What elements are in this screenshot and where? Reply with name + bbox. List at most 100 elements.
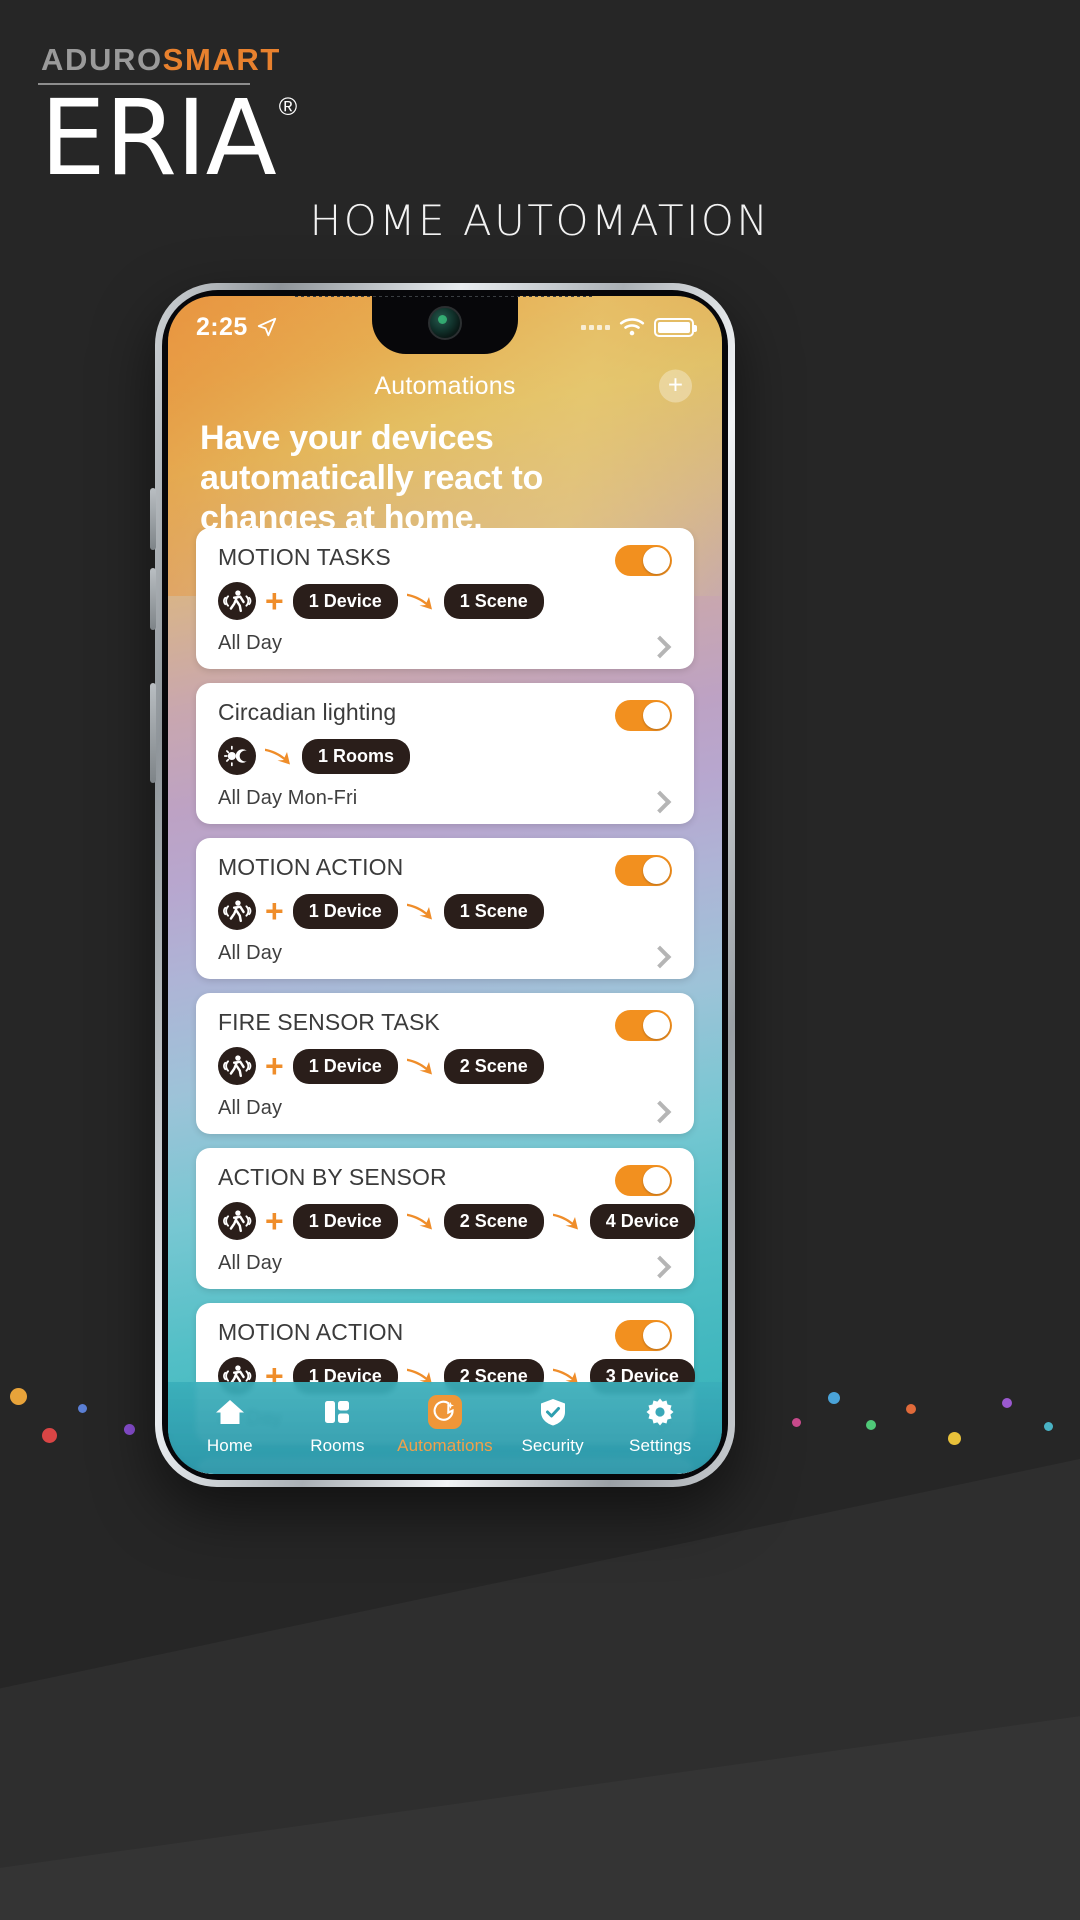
tab-security[interactable]: Security: [499, 1395, 607, 1456]
app-header: Automations +: [168, 358, 722, 414]
plus-icon: +: [265, 893, 284, 929]
automation-toggle[interactable]: [615, 700, 672, 731]
tab-label: Security: [521, 1435, 584, 1455]
shield-check-icon: [537, 1395, 569, 1429]
display-notch: [372, 296, 518, 354]
automation-card[interactable]: FIRE SENSOR TASK +1 Device 2 Scene All Da…: [196, 993, 694, 1134]
automation-schedule: All Day: [218, 942, 283, 964]
tab-label: Settings: [629, 1435, 692, 1455]
tab-rooms[interactable]: Rooms: [284, 1395, 392, 1456]
automation-chip[interactable]: 1 Rooms: [302, 738, 411, 774]
automation-schedule: All Day: [218, 632, 283, 654]
automations-list[interactable]: MOTION TASKS +1 Device 1 Scene All Day Ci…: [168, 528, 722, 1474]
tab-label: Automations: [397, 1435, 493, 1455]
motion-sensor-icon: [218, 1047, 256, 1085]
motion-sensor-icon: [218, 892, 256, 930]
automation-flow-row: +1 Device 2 Scene: [218, 1047, 676, 1085]
tab-settings[interactable]: Settings: [606, 1395, 714, 1456]
decorative-dot: [124, 1424, 135, 1435]
automation-toggle[interactable]: [615, 1010, 672, 1041]
automation-name: MOTION TASKS: [218, 544, 391, 570]
phone-mockup: 2:25 Automations + Have your devices aut…: [150, 283, 735, 1487]
decorative-dot: [948, 1432, 961, 1445]
earpiece-speaker: [295, 296, 595, 297]
automation-chip[interactable]: 1 Scene: [443, 893, 544, 929]
automation-flow-row: +1 Device 1 Scene: [218, 582, 676, 620]
location-arrow-icon: [257, 317, 276, 337]
automation-chip[interactable]: 2 Scene: [443, 1203, 544, 1239]
automation-chip[interactable]: 1 Device: [292, 1048, 398, 1084]
automation-schedule: All Day Mon-Fri: [218, 787, 358, 809]
signal-dots-icon: [581, 324, 610, 330]
automation-chip[interactable]: 4 Device: [589, 1203, 695, 1239]
home-icon: [214, 1395, 246, 1429]
tab-label: Home: [206, 1435, 253, 1455]
motion-sensor-icon: [218, 582, 256, 620]
decorative-dot: [866, 1420, 876, 1430]
rooms-grid-icon: [321, 1395, 353, 1429]
tab-label: Rooms: [310, 1435, 365, 1455]
automation-chip[interactable]: 1 Device: [292, 893, 398, 929]
volume-down-button[interactable]: [150, 568, 156, 630]
plus-icon: +: [265, 1203, 284, 1239]
automation-schedule: All Day: [218, 1097, 283, 1119]
brand-eria-wordmark: ERIA ®: [40, 85, 468, 190]
gear-icon: [644, 1395, 676, 1429]
plus-icon: +: [265, 583, 284, 619]
decorative-dot: [10, 1388, 27, 1405]
automation-card[interactable]: ACTION BY SENSOR +1 Device 2 Scene 4 Dev…: [196, 1148, 695, 1289]
power-button[interactable]: [150, 683, 156, 783]
flow-arrow-icon: [406, 1213, 432, 1230]
automation-toggle[interactable]: [615, 1165, 672, 1196]
decorative-dot: [1044, 1422, 1053, 1431]
status-bar-left: 2:25: [196, 313, 278, 342]
brand-eria-text: ERIA: [40, 77, 277, 199]
tab-home[interactable]: Home: [176, 1395, 284, 1456]
automation-card[interactable]: MOTION ACTION +1 Device 1 Scene All Day: [196, 838, 694, 979]
registered-trademark-icon: ®: [278, 93, 297, 121]
automation-flow-row: +1 Device 2 Scene 4 Device: [218, 1202, 695, 1240]
decorative-dot: [828, 1392, 840, 1404]
volume-up-button[interactable]: [150, 488, 156, 550]
brand-logo: ADUROSMART ERIA ®: [38, 42, 468, 190]
motion-sensor-icon: [218, 1202, 256, 1240]
wifi-icon: [619, 318, 645, 336]
page-title: Automations: [374, 371, 516, 400]
status-bar-right: [581, 317, 697, 337]
automation-schedule: All Day: [218, 1252, 283, 1274]
front-camera-icon: [428, 306, 462, 340]
automation-name: Circadian lighting: [218, 699, 397, 725]
automations-icon-box: [427, 1394, 462, 1429]
automation-card[interactable]: Circadian lighting 1 Rooms All Day Mon-Fr…: [196, 683, 694, 824]
automation-card[interactable]: MOTION TASKS +1 Device 1 Scene All Day: [196, 528, 694, 669]
decorative-dot: [906, 1404, 916, 1414]
automation-toggle[interactable]: [615, 1320, 672, 1351]
automation-name: MOTION ACTION: [218, 1319, 404, 1345]
day-night-icon: [218, 737, 256, 775]
tab-automations[interactable]: Automations: [391, 1394, 499, 1456]
flow-arrow-icon: [552, 1213, 578, 1230]
automation-chip[interactable]: 1 Scene: [443, 583, 544, 619]
automation-toggle[interactable]: [615, 545, 672, 576]
automation-name: ACTION BY SENSOR: [218, 1164, 447, 1190]
flow-arrow-icon: [406, 1058, 432, 1075]
page-tagline: HOME AUTOMATION: [309, 196, 771, 245]
automation-name: MOTION ACTION: [218, 854, 404, 880]
automation-chip[interactable]: 1 Device: [292, 583, 398, 619]
add-automation-button[interactable]: +: [659, 369, 692, 403]
automation-flow-row: 1 Rooms: [218, 737, 676, 775]
plus-icon: +: [265, 1048, 284, 1084]
automation-chip[interactable]: 2 Scene: [443, 1048, 544, 1084]
hero-description: Have your devices automatically react to…: [200, 419, 543, 538]
phone-screen: 2:25 Automations + Have your devices aut…: [168, 296, 722, 1474]
automation-name: FIRE SENSOR TASK: [218, 1009, 440, 1035]
decorative-dot: [792, 1418, 801, 1427]
decorative-dot: [78, 1404, 87, 1413]
flow-arrow-icon: [406, 903, 432, 920]
automation-flow-row: +1 Device 1 Scene: [218, 892, 676, 930]
automations-icon: [427, 1394, 462, 1429]
bottom-tab-bar[interactable]: Home Rooms Automations Security Settings: [168, 1382, 722, 1474]
automation-toggle[interactable]: [615, 855, 672, 886]
automation-chip[interactable]: 1 Device: [292, 1203, 398, 1239]
decorative-dot: [42, 1428, 57, 1443]
